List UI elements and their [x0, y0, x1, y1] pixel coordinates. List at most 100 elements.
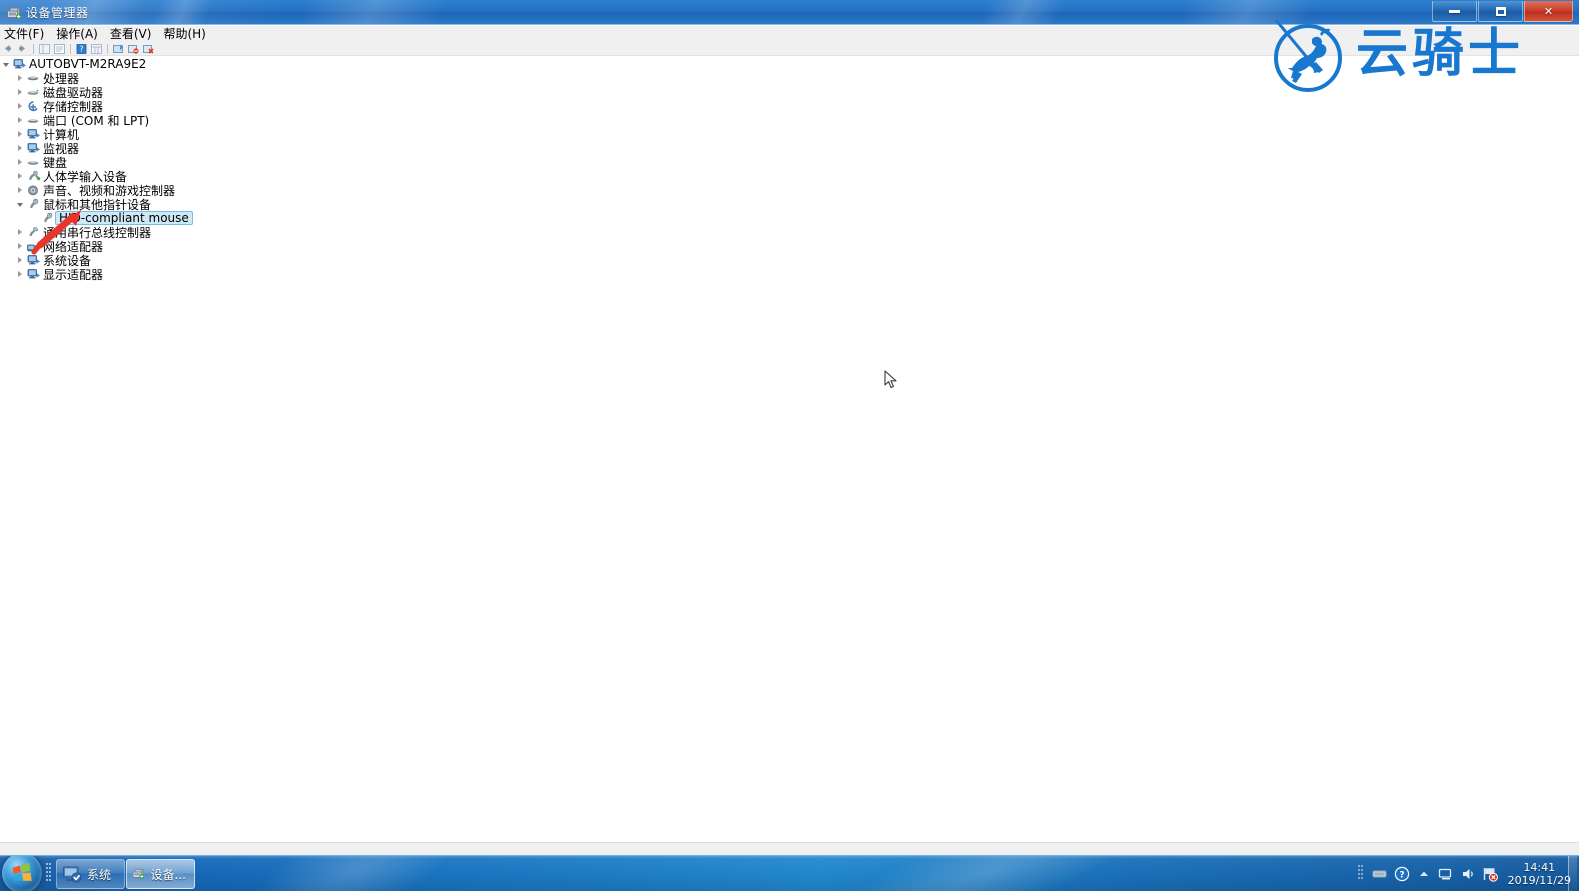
tree-node[interactable]: 显示适配器	[0, 267, 193, 282]
restore-icon	[1495, 6, 1506, 16]
flag-alert-icon[interactable]	[1482, 866, 1498, 882]
help-icon[interactable]: ?	[75, 42, 88, 55]
tree-node-label: 显示适配器	[43, 267, 104, 282]
uninstall-device-icon[interactable]	[142, 42, 155, 55]
properties-icon[interactable]	[53, 42, 66, 55]
action-center-help-icon[interactable]: ?	[1394, 866, 1410, 882]
computer-icon	[25, 127, 41, 141]
chevron-right-icon[interactable]	[14, 141, 25, 155]
display-icon	[25, 267, 41, 281]
chevron-right-icon[interactable]	[14, 183, 25, 197]
disk-drive-icon	[25, 85, 41, 99]
tray-grip[interactable]	[1357, 864, 1364, 884]
tree-root-node[interactable]: AUTOBVT-M2RA9E2	[0, 57, 193, 71]
chevron-right-icon[interactable]	[14, 239, 25, 253]
network-icon[interactable]	[1438, 866, 1454, 882]
status-bar	[0, 842, 1579, 855]
chevron-right-icon[interactable]	[14, 267, 25, 281]
system-device-icon	[25, 253, 41, 267]
chevron-right-icon[interactable]	[14, 155, 25, 169]
menu-file[interactable]: 文件(F)	[0, 26, 50, 42]
tree-node[interactable]: 监视器	[0, 141, 193, 156]
device-tree[interactable]: AUTOBVT-M2RA9E2 处理器 磁盘驱动器 存储控制器 端口 (COM …	[0, 56, 193, 282]
minimize-button[interactable]	[1432, 1, 1477, 22]
sound-icon	[25, 183, 41, 197]
clock-date: 2019/11/29	[1507, 874, 1571, 887]
menu-view[interactable]: 查看(V)	[104, 26, 158, 42]
taskbar-button-label: 设备...	[150, 867, 186, 882]
taskbar-clock[interactable]: 14:41 2019/11/29	[1504, 861, 1577, 887]
hid-icon	[25, 169, 41, 183]
toolbar-separator	[33, 43, 34, 54]
device-tree-pane[interactable]: AUTOBVT-M2RA9E2 处理器 磁盘驱动器 存储控制器 端口 (COM …	[0, 56, 1579, 842]
toolbar-separator	[70, 43, 71, 54]
menu-help[interactable]: 帮助(H)	[157, 26, 211, 42]
monitor-icon	[25, 141, 41, 155]
close-icon: ✕	[1543, 4, 1554, 18]
tree-node[interactable]: 端口 (COM 和 LPT)	[0, 113, 193, 128]
minimize-icon	[1449, 9, 1460, 13]
port-icon	[25, 113, 41, 127]
scan-hardware-icon[interactable]	[90, 42, 103, 55]
taskbar-grip[interactable]	[46, 862, 52, 886]
chevron-down-icon[interactable]	[14, 197, 25, 211]
volume-icon[interactable]	[1460, 866, 1476, 882]
taskbar-button-device[interactable]: 设备...	[126, 859, 195, 889]
chevron-right-icon[interactable]	[14, 253, 25, 267]
desktop: 设备管理器 ✕ 文件(F) 操作(A) 查看(V) 帮助(H) ? AUTOBV…	[0, 0, 1579, 891]
chevron-right-icon[interactable]	[14, 225, 25, 239]
system-tray: ? 14:41 2019/11/29	[1357, 856, 1577, 891]
show-hide-tree-icon[interactable]	[38, 42, 51, 55]
chevron-right-icon[interactable]	[14, 85, 25, 99]
chevron-right-icon[interactable]	[14, 127, 25, 141]
close-button[interactable]: ✕	[1524, 1, 1573, 22]
show-hidden-icons-icon[interactable]	[1416, 866, 1432, 882]
clock-time: 14:41	[1523, 861, 1556, 874]
start-button[interactable]	[2, 856, 42, 891]
svg-text:?: ?	[80, 44, 84, 53]
storage-ctrl-icon	[25, 99, 41, 113]
taskbar-button-label: 系统	[87, 867, 112, 882]
titlebar-glare	[956, 0, 1074, 24]
chevron-right-icon[interactable]	[14, 169, 25, 183]
maximize-restore-button[interactable]	[1478, 1, 1523, 22]
tree-node[interactable]: 计算机	[0, 127, 193, 142]
update-driver-icon[interactable]	[112, 42, 125, 55]
chevron-right-icon[interactable]	[14, 113, 25, 127]
taskbar: 系统 设备... ? 14:41 2019/11/29	[0, 855, 1579, 891]
tree-node-label: 鼠标和其他指针设备	[43, 197, 152, 212]
processor-icon	[25, 71, 41, 85]
titlebar-glare	[278, 0, 452, 24]
back-icon[interactable]	[1, 42, 14, 55]
forward-icon[interactable]	[16, 42, 29, 55]
show-desktop-button[interactable]	[1568, 856, 1577, 891]
tree-node[interactable]: 鼠标和其他指针设备	[0, 197, 193, 212]
taskbar-glare	[815, 856, 1165, 891]
keyboard-icon	[25, 155, 41, 169]
windows-logo-icon	[12, 862, 32, 881]
svg-text:?: ?	[1399, 870, 1404, 880]
chevron-right-icon[interactable]	[14, 71, 25, 85]
computer-icon	[11, 57, 27, 71]
system-properties-icon	[63, 866, 82, 883]
network-icon	[25, 239, 41, 253]
disable-device-icon[interactable]	[127, 42, 140, 55]
toolbar: ?	[0, 42, 1579, 56]
usb-icon	[25, 225, 41, 239]
titlebar-glare	[125, 0, 225, 24]
window-title: 设备管理器	[26, 6, 89, 20]
hardware-safely-remove-icon[interactable]	[1372, 866, 1388, 882]
menu-bar: 文件(F) 操作(A) 查看(V) 帮助(H)	[0, 26, 1579, 42]
mouse-icon	[25, 197, 41, 211]
window-titlebar[interactable]: 设备管理器 ✕	[0, 0, 1579, 25]
toolbar-separator	[107, 43, 108, 54]
device-manager-icon	[132, 869, 145, 879]
tree-node[interactable]: 网络适配器	[0, 239, 193, 254]
menu-action[interactable]: 操作(A)	[50, 26, 104, 42]
titlebar-glare	[1158, 0, 1322, 24]
chevron-down-icon[interactable]	[0, 57, 11, 71]
taskbar-button-system[interactable]: 系统	[56, 859, 125, 889]
chevron-right-icon[interactable]	[14, 99, 25, 113]
device-manager-icon[interactable]	[6, 5, 22, 21]
